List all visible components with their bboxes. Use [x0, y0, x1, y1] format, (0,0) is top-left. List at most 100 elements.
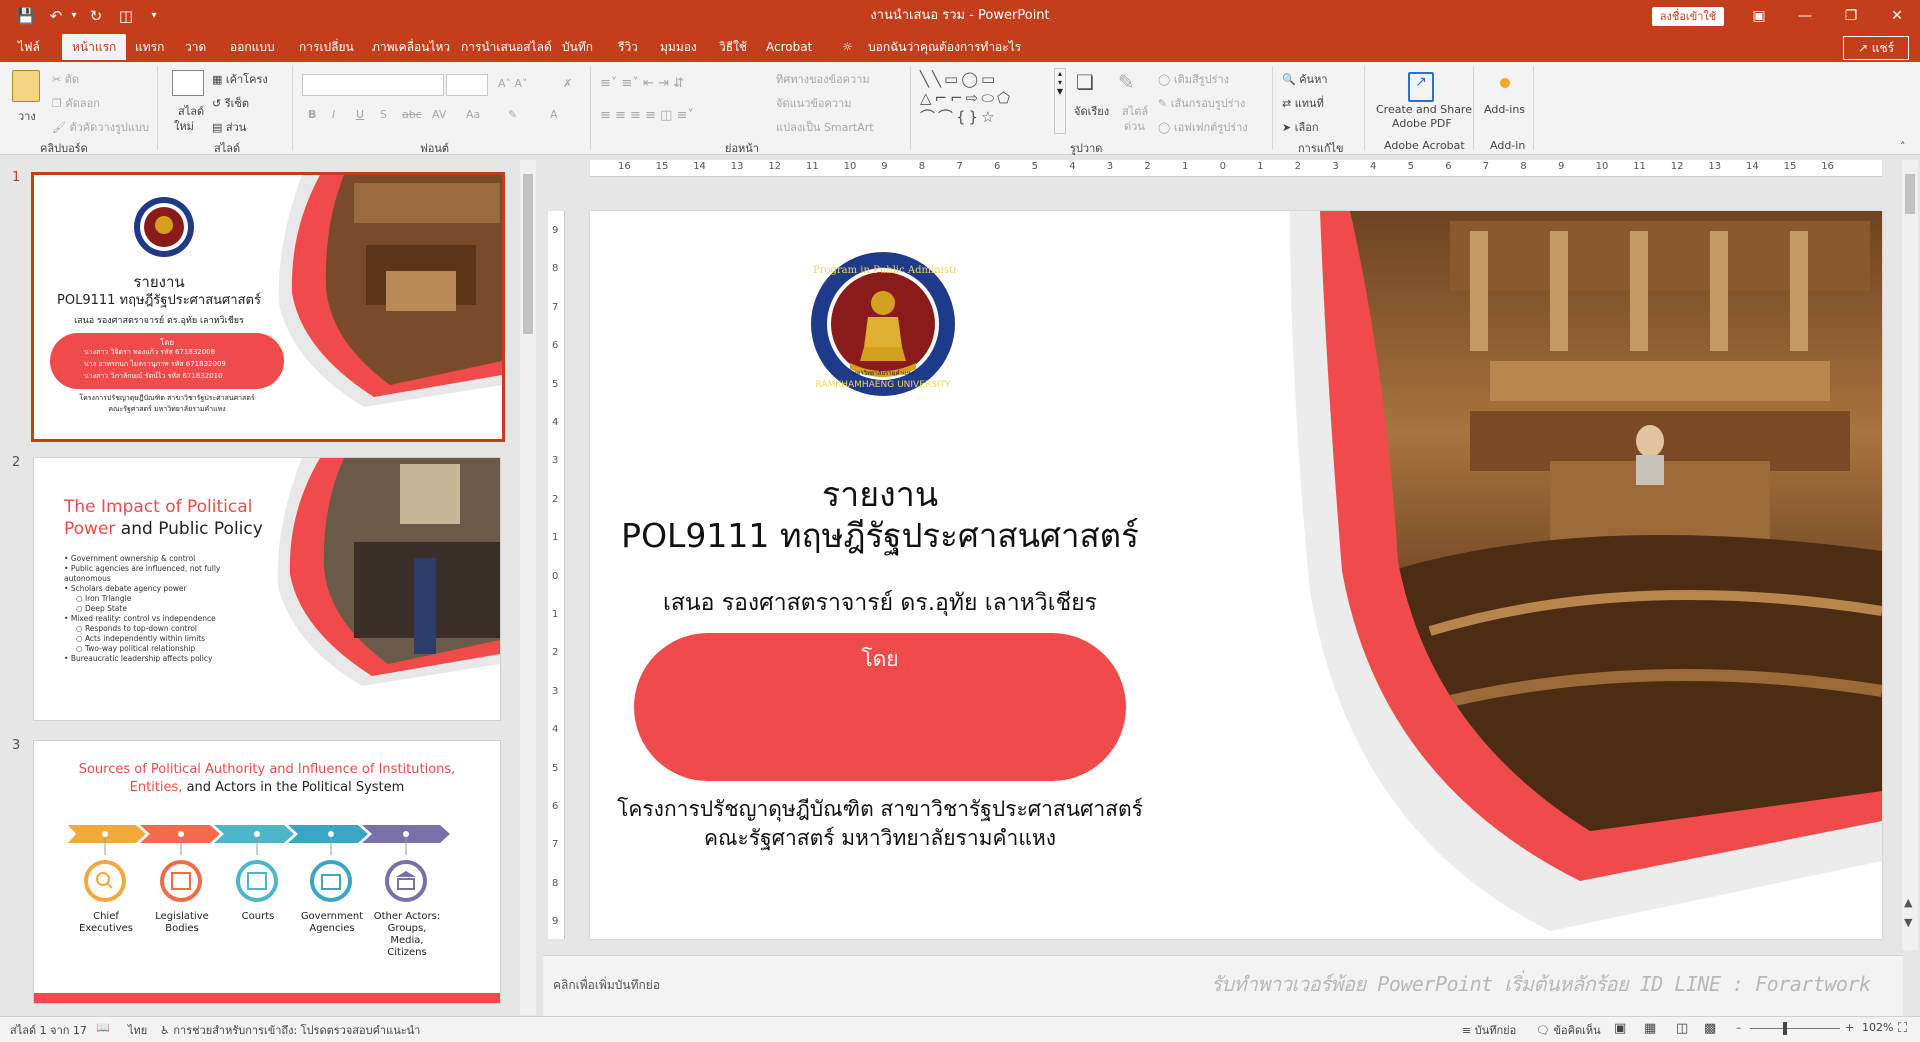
bullet-text: Mixed reality: control vs independence	[70, 614, 216, 623]
text-shadow-button[interactable]: S	[380, 108, 387, 121]
tab-home[interactable]: หน้าแรก	[62, 34, 127, 60]
font-color-button[interactable]: A	[550, 108, 558, 121]
text-direction-button[interactable]: ทิศทางของข้อความ	[776, 70, 870, 88]
shape-fill-button[interactable]: ◯ เติมสีรูปร่าง	[1158, 70, 1229, 88]
section-button[interactable]: ▤ ส่วน	[212, 118, 246, 136]
comments-toggle-button[interactable]: 🗨 ข้อคิดเห็น	[1536, 1021, 1601, 1039]
font-grow-button[interactable]: A˄ A˅	[498, 77, 528, 90]
zoom-slider-track[interactable]	[1750, 1028, 1840, 1029]
tab-review[interactable]: รีวิว	[608, 34, 648, 60]
slide-presenter[interactable]: เสนอ รองศาสตราจารย์ ดร.อุทัย เลาหวิเชียร	[590, 585, 1170, 621]
zoom-in-button[interactable]: +	[1845, 1021, 1854, 1034]
slide-authors-pill[interactable]: โดย	[634, 633, 1126, 781]
tab-design[interactable]: ออกแบบ	[220, 34, 285, 60]
spellcheck-icon[interactable]: 📖	[96, 1021, 110, 1034]
shapes-more-icon[interactable]: ▴ ▾ ▼	[1054, 68, 1066, 134]
slide-by-label[interactable]: โดย	[634, 643, 1126, 676]
tab-record[interactable]: บันทึก	[552, 34, 603, 60]
shape-effects-button[interactable]: ◯ เอฟเฟกต์รูปร่าง	[1158, 118, 1248, 136]
close-icon[interactable]: ✕	[1874, 0, 1920, 32]
addins-icon[interactable]	[1500, 78, 1510, 88]
notes-pane[interactable]: คลิกเพื่อเพิ่มบันทึกย่อ รับทำพาวเวอร์พ้อ…	[543, 955, 1903, 1016]
bullets-icon[interactable]: ≡˅ ≡˅ ⇤ ⇥ ⇵	[600, 76, 684, 91]
ribbon-display-options-icon[interactable]: ▣	[1736, 0, 1782, 32]
slide-footer-2[interactable]: คณะรัฐศาสตร์ มหาวิทยาลัยรามคำแหง	[590, 822, 1170, 855]
copy-button[interactable]: ❐ คัดลอก	[52, 94, 100, 112]
shapes-gallery[interactable]: ╲╲▭◯▭ △⌐⌐⇨⬭⬠ ⌒⌒{}☆	[920, 70, 1050, 130]
thumbnail-slide-3[interactable]: Sources of Political Authority and Influ…	[33, 740, 501, 1004]
notes-toggle-button[interactable]: ≡ บันทึกย่อ	[1462, 1021, 1516, 1039]
change-case-button[interactable]: Aa	[466, 108, 480, 121]
format-painter-button[interactable]: 🖌 ตัวคัดวางรูปแบบ	[52, 118, 149, 136]
bold-button[interactable]: B	[308, 108, 316, 121]
thumbnail-scrollbar[interactable]	[520, 160, 536, 1015]
strikethrough-button[interactable]: abc	[402, 108, 422, 121]
find-button[interactable]: 🔍 ค้นหา	[1282, 70, 1328, 88]
tab-file[interactable]: ไฟล์	[8, 34, 50, 60]
char-spacing-button[interactable]: AV	[432, 108, 446, 121]
smartart-button[interactable]: แปลงเป็น SmartArt	[776, 118, 874, 136]
thumbnail-scroll-thumb[interactable]	[523, 174, 533, 334]
tab-insert[interactable]: แทรก	[125, 34, 174, 60]
addins-label[interactable]: Add-ins	[1484, 103, 1525, 116]
italic-button[interactable]: I	[332, 108, 335, 121]
zoom-out-button[interactable]: –	[1736, 1021, 1742, 1034]
highlight-icon[interactable]: ✎	[508, 108, 517, 121]
notes-placeholder[interactable]: คลิกเพื่อเพิ่มบันทึกย่อ	[553, 976, 660, 995]
normal-view-icon[interactable]: ▣	[1614, 1021, 1626, 1036]
tab-draw[interactable]: วาด	[175, 34, 216, 60]
font-name-combobox[interactable]	[302, 74, 444, 96]
arrange-label[interactable]: จัดเรียง	[1074, 102, 1109, 120]
slideshow-view-icon[interactable]: ▩	[1704, 1021, 1716, 1036]
new-slide-icon[interactable]	[172, 70, 204, 96]
tab-view[interactable]: มุมมอง	[650, 34, 707, 60]
adobe-pdf-label[interactable]: Adobe PDF	[1392, 117, 1452, 130]
tab-transitions[interactable]: การเปลี่ยน	[289, 34, 364, 60]
paste-label[interactable]: วาง	[18, 107, 36, 125]
fit-to-window-icon[interactable]: ⛶	[1898, 1021, 1907, 1036]
prev-slide-icon[interactable]: ▲	[1904, 896, 1912, 909]
align-text-button[interactable]: จัดแนวข้อความ	[776, 94, 851, 112]
align-icons[interactable]: ≡ ≡ ≡ ≡ ◫ ≡˅	[600, 108, 694, 123]
reset-button[interactable]: ↺ รีเซ็ต	[212, 94, 249, 112]
signin-button[interactable]: ลงชื่อเข้าใช้	[1652, 7, 1724, 26]
thumbnail-slide-2[interactable]: The Impact of Political Power and Public…	[33, 457, 501, 721]
restore-icon[interactable]: ❐	[1828, 0, 1874, 32]
select-button[interactable]: ➤ เลือก	[1282, 118, 1319, 136]
slide-sorter-icon[interactable]: ▦	[1644, 1021, 1656, 1036]
shape-outline-button[interactable]: ✎ เส้นกรอบรูปร่าง	[1158, 94, 1245, 112]
status-language[interactable]: ไทย	[128, 1021, 147, 1039]
slide-scrollbar[interactable]	[1902, 160, 1918, 950]
accessibility-status[interactable]: ♿ การช่วยสำหรับการเข้าถึง: โปรดตรวจสอบคำ…	[160, 1021, 420, 1039]
slide-scroll-thumb[interactable]	[1905, 174, 1915, 214]
zoom-slider-thumb[interactable]	[1783, 1022, 1787, 1035]
main-slide[interactable]: Ph.D. Program in Public Administration R…	[590, 211, 1882, 939]
underline-button[interactable]: U	[356, 108, 364, 121]
clear-format-icon[interactable]: ✗	[563, 77, 572, 90]
slide-title-2[interactable]: POL9111 ทฤษฎีรัฐประศาสนศาสตร์	[590, 509, 1170, 562]
cut-button[interactable]: ✂ ตัด	[52, 70, 79, 88]
layout-button[interactable]: ▦ เค้าโครง	[212, 70, 268, 88]
quick-styles-icon[interactable]: ✎	[1118, 70, 1144, 96]
next-slide-icon[interactable]: ▼	[1904, 916, 1912, 929]
tab-animations[interactable]: ภาพเคลื่อนไหว	[362, 34, 460, 60]
quick-styles-label[interactable]: ด่วน	[1124, 117, 1145, 135]
share-button[interactable]: ↗ แชร์	[1843, 36, 1909, 60]
thumbnail-slide-1[interactable]: รายงาน POL9111 ทฤษฎีรัฐประศาสนศาสตร์ เสน…	[31, 172, 505, 442]
paste-icon[interactable]	[12, 70, 40, 102]
create-share-label[interactable]: Create and Share	[1376, 103, 1472, 116]
tab-help[interactable]: วิธีใช้	[709, 34, 757, 60]
replace-button[interactable]: ⇄ แทนที่	[1282, 94, 1324, 112]
create-pdf-icon[interactable]: ↗	[1408, 72, 1434, 102]
arrange-icon[interactable]: ❏	[1076, 70, 1102, 96]
tell-me-search[interactable]: บอกฉันว่าคุณต้องการทำอะไร	[858, 34, 1031, 60]
font-size-combobox[interactable]	[446, 74, 488, 96]
collapse-ribbon-icon[interactable]: ˄	[1900, 140, 1906, 153]
ruler-tick-label: 15	[1783, 161, 1797, 172]
zoom-level[interactable]: 102%	[1862, 1021, 1893, 1034]
tab-slideshow[interactable]: การนำเสนอสไลด์	[451, 34, 562, 60]
minimize-icon[interactable]: —	[1782, 0, 1828, 32]
reading-view-icon[interactable]: ◫	[1676, 1021, 1688, 1036]
new-slide-label-2[interactable]: ใหม่	[174, 117, 194, 135]
tab-acrobat[interactable]: Acrobat	[756, 34, 822, 60]
